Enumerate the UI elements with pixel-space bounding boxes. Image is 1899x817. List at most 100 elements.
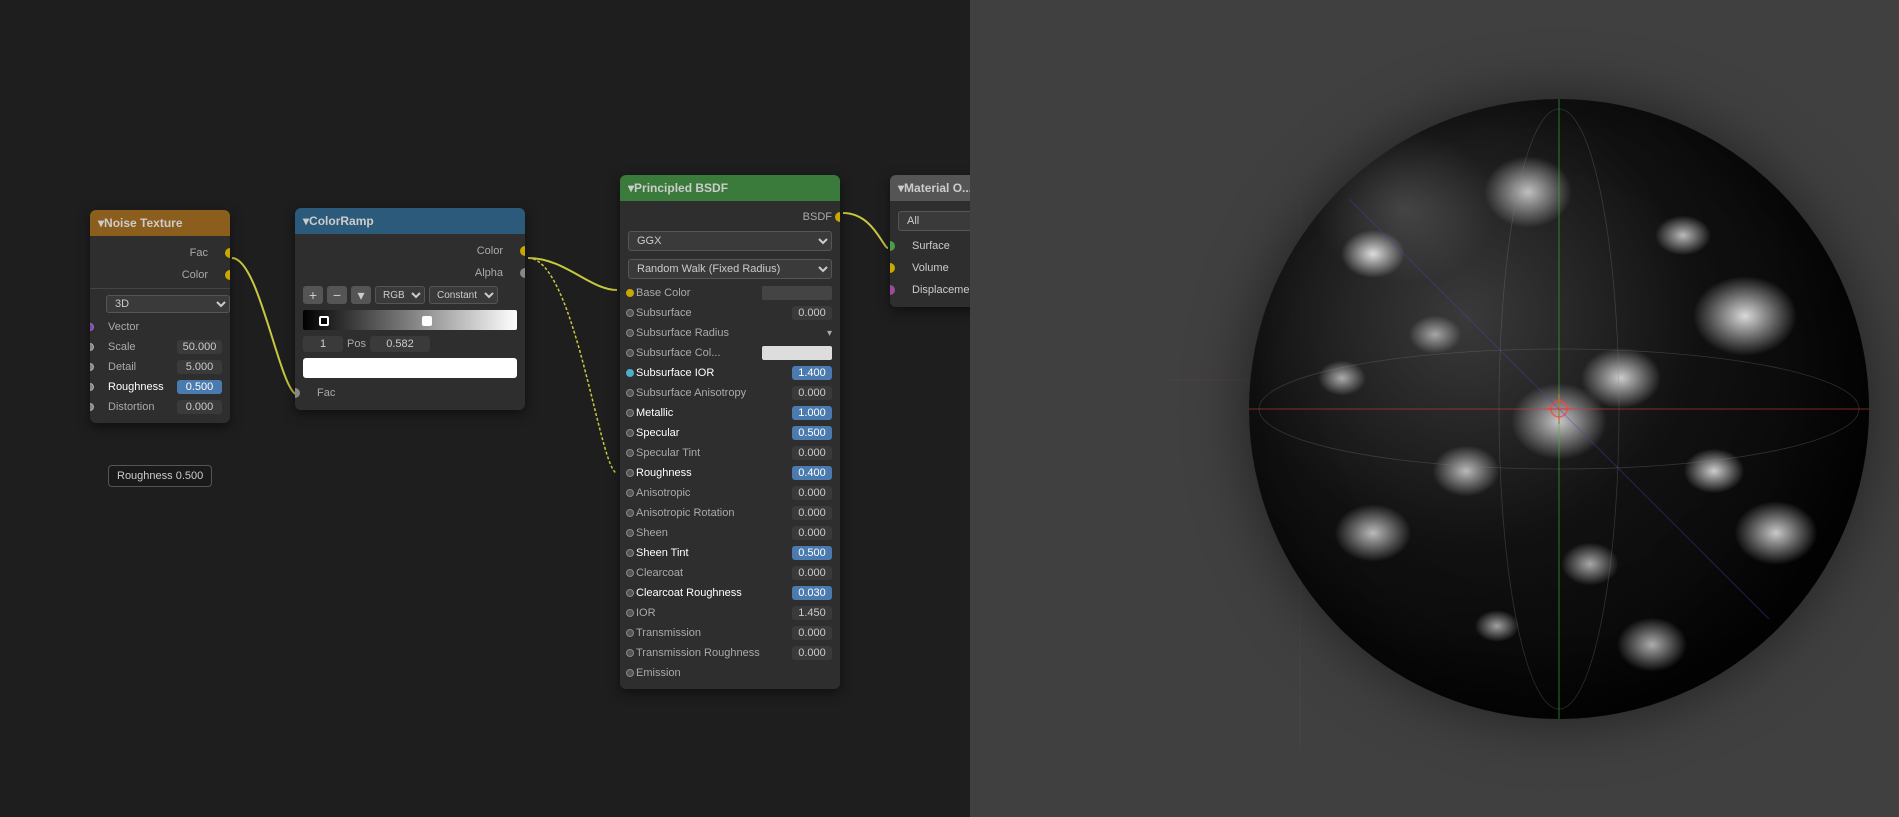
color-ramp-bar[interactable]	[303, 310, 517, 330]
noise-distortion-label: Distortion	[98, 401, 177, 413]
bsdf-ssior-value[interactable]: 1.400	[792, 366, 832, 380]
bsdf-ior-socket[interactable]	[626, 609, 634, 617]
ramp-color-preview[interactable]	[303, 358, 517, 378]
bsdf-basecolor-row: Base Color	[620, 283, 840, 303]
bsdf-ssaniso-socket[interactable]	[626, 389, 634, 397]
bsdf-ssaniso-value[interactable]: 0.000	[792, 386, 832, 400]
ramp-alpha-socket[interactable]	[520, 268, 525, 278]
principled-header: ▾ Principled BSDF	[620, 175, 840, 201]
bsdf-subsurface-socket[interactable]	[626, 309, 634, 317]
material-volume-socket[interactable]	[890, 263, 895, 273]
noise-detail-label: Detail	[98, 361, 177, 373]
bsdf-speculartint-label: Specular Tint	[636, 447, 792, 459]
noise-scale-socket[interactable]	[90, 343, 94, 351]
noise-color-label: Color	[98, 269, 222, 281]
ramp-color-socket[interactable]	[520, 246, 525, 256]
ramp-color-mode-dropdown[interactable]: RGB	[375, 286, 425, 304]
bsdf-specular-socket[interactable]	[626, 429, 634, 437]
noise-scale-row: Scale 50.000	[90, 337, 230, 357]
bsdf-sscolor-swatch[interactable]	[762, 346, 832, 360]
bsdf-anisorot-socket[interactable]	[626, 509, 634, 517]
bsdf-subsurface-value[interactable]: 0.000	[792, 306, 832, 320]
bsdf-basecolor-socket[interactable]	[626, 289, 634, 297]
bsdf-sheentint-socket[interactable]	[626, 549, 634, 557]
noise-vector-socket[interactable]	[90, 323, 94, 331]
bsdf-anisotropic-value[interactable]: 0.000	[792, 486, 832, 500]
bsdf-transrough-value[interactable]: 0.000	[792, 646, 832, 660]
bsdf-sheen-value[interactable]: 0.000	[792, 526, 832, 540]
bsdf-specular-value[interactable]: 0.500	[792, 426, 832, 440]
bsdf-randomwalk-row: Random Walk (Fixed Radius)	[620, 255, 840, 283]
bsdf-ggx-row: GGX	[620, 227, 840, 255]
bsdf-specular-label: Specular	[636, 427, 792, 439]
principled-body: BSDF GGX Random Walk (Fixed Radius) Base…	[620, 201, 840, 689]
viewport-3d[interactable]	[970, 0, 1899, 817]
bsdf-speculartint-value[interactable]: 0.000	[792, 446, 832, 460]
bsdf-basecolor-swatch[interactable]	[762, 286, 832, 300]
bsdf-transrough-socket[interactable]	[626, 649, 634, 657]
node-editor[interactable]: ▾ Noise Texture Fac Color 3D	[0, 0, 970, 817]
ramp-fac-socket[interactable]	[295, 388, 300, 398]
bsdf-transmission-row: Transmission 0.000	[620, 623, 840, 643]
noise-roughness-socket[interactable]	[90, 383, 94, 391]
ramp-pos-label: Pos	[347, 338, 366, 350]
bsdf-ssaniso-label: Subsurface Anisotropy	[636, 387, 792, 399]
bsdf-clearcoat-socket[interactable]	[626, 569, 634, 577]
bsdf-clearcoatrough-socket[interactable]	[626, 589, 634, 597]
bsdf-clearcoatrough-value[interactable]: 0.030	[792, 586, 832, 600]
noise-texture-title: Noise Texture	[104, 216, 182, 230]
noise-texture-body: Fac Color 3D Vector	[90, 236, 230, 423]
bsdf-anisotropic-label: Anisotropic	[636, 487, 792, 499]
bsdf-randomwalk-dropdown[interactable]: Random Walk (Fixed Radius)	[628, 259, 832, 279]
bsdf-metallic-socket[interactable]	[626, 409, 634, 417]
bsdf-speculartint-socket[interactable]	[626, 449, 634, 457]
ramp-toolbar: + − ▾ RGB Constant	[295, 284, 525, 306]
bsdf-roughness-socket[interactable]	[626, 469, 634, 477]
material-displacement-socket[interactable]	[890, 285, 895, 295]
noise-scale-value[interactable]: 50.000	[177, 340, 222, 354]
bsdf-metallic-value[interactable]: 1.000	[792, 406, 832, 420]
bsdf-sscolor-socket[interactable]	[626, 349, 634, 357]
bsdf-ssradius-socket[interactable]	[626, 329, 634, 337]
ramp-interpolation-dropdown[interactable]: Constant	[429, 286, 498, 304]
bsdf-emission-socket[interactable]	[626, 669, 634, 677]
ramp-color-label: Color	[303, 245, 517, 257]
bsdf-sheentint-value[interactable]: 0.500	[792, 546, 832, 560]
ramp-add-button[interactable]: +	[303, 286, 323, 304]
ramp-menu-button[interactable]: ▾	[351, 286, 371, 304]
bsdf-output-socket[interactable]	[835, 212, 840, 222]
noise-dimension-dropdown[interactable]: 3D	[106, 295, 230, 313]
material-surface-label: Surface	[898, 240, 950, 252]
bsdf-basecolor-label: Base Color	[636, 287, 762, 299]
noise-distortion-socket[interactable]	[90, 403, 94, 411]
bsdf-ssior-socket[interactable]	[626, 369, 634, 377]
ramp-stop-1[interactable]	[318, 316, 330, 332]
noise-vector-row: Vector	[90, 317, 230, 337]
bsdf-anisotropic-socket[interactable]	[626, 489, 634, 497]
bsdf-transmission-socket[interactable]	[626, 629, 634, 637]
sphere-container	[1249, 99, 1869, 719]
noise-detail-socket[interactable]	[90, 363, 94, 371]
material-output-title: Material O...	[904, 181, 972, 195]
ramp-pos-value-field[interactable]	[370, 336, 430, 352]
noise-roughness-value[interactable]: 0.500	[177, 380, 222, 394]
ramp-fac-row: Fac	[295, 382, 525, 404]
bsdf-transmission-value[interactable]: 0.000	[792, 626, 832, 640]
bsdf-anisorot-value[interactable]: 0.000	[792, 506, 832, 520]
bsdf-metallic-row: Metallic 1.000	[620, 403, 840, 423]
bsdf-clearcoat-value[interactable]: 0.000	[792, 566, 832, 580]
bsdf-sheen-socket[interactable]	[626, 529, 634, 537]
ramp-remove-button[interactable]: −	[327, 286, 347, 304]
bsdf-roughness-value[interactable]: 0.400	[792, 466, 832, 480]
bsdf-ior-value[interactable]: 1.450	[792, 606, 832, 620]
bsdf-metallic-label: Metallic	[636, 407, 792, 419]
ramp-index-field[interactable]	[303, 336, 343, 352]
material-surface-socket[interactable]	[890, 241, 895, 251]
bsdf-ggx-dropdown[interactable]: GGX	[628, 231, 832, 251]
noise-detail-value[interactable]: 5.000	[177, 360, 222, 374]
ramp-stop-2[interactable]	[421, 316, 433, 332]
noise-roughness-row: Roughness 0.500	[90, 377, 230, 397]
noise-distortion-value[interactable]: 0.000	[177, 400, 222, 414]
noise-color-socket[interactable]	[225, 270, 230, 280]
noise-fac-socket[interactable]	[225, 248, 230, 258]
